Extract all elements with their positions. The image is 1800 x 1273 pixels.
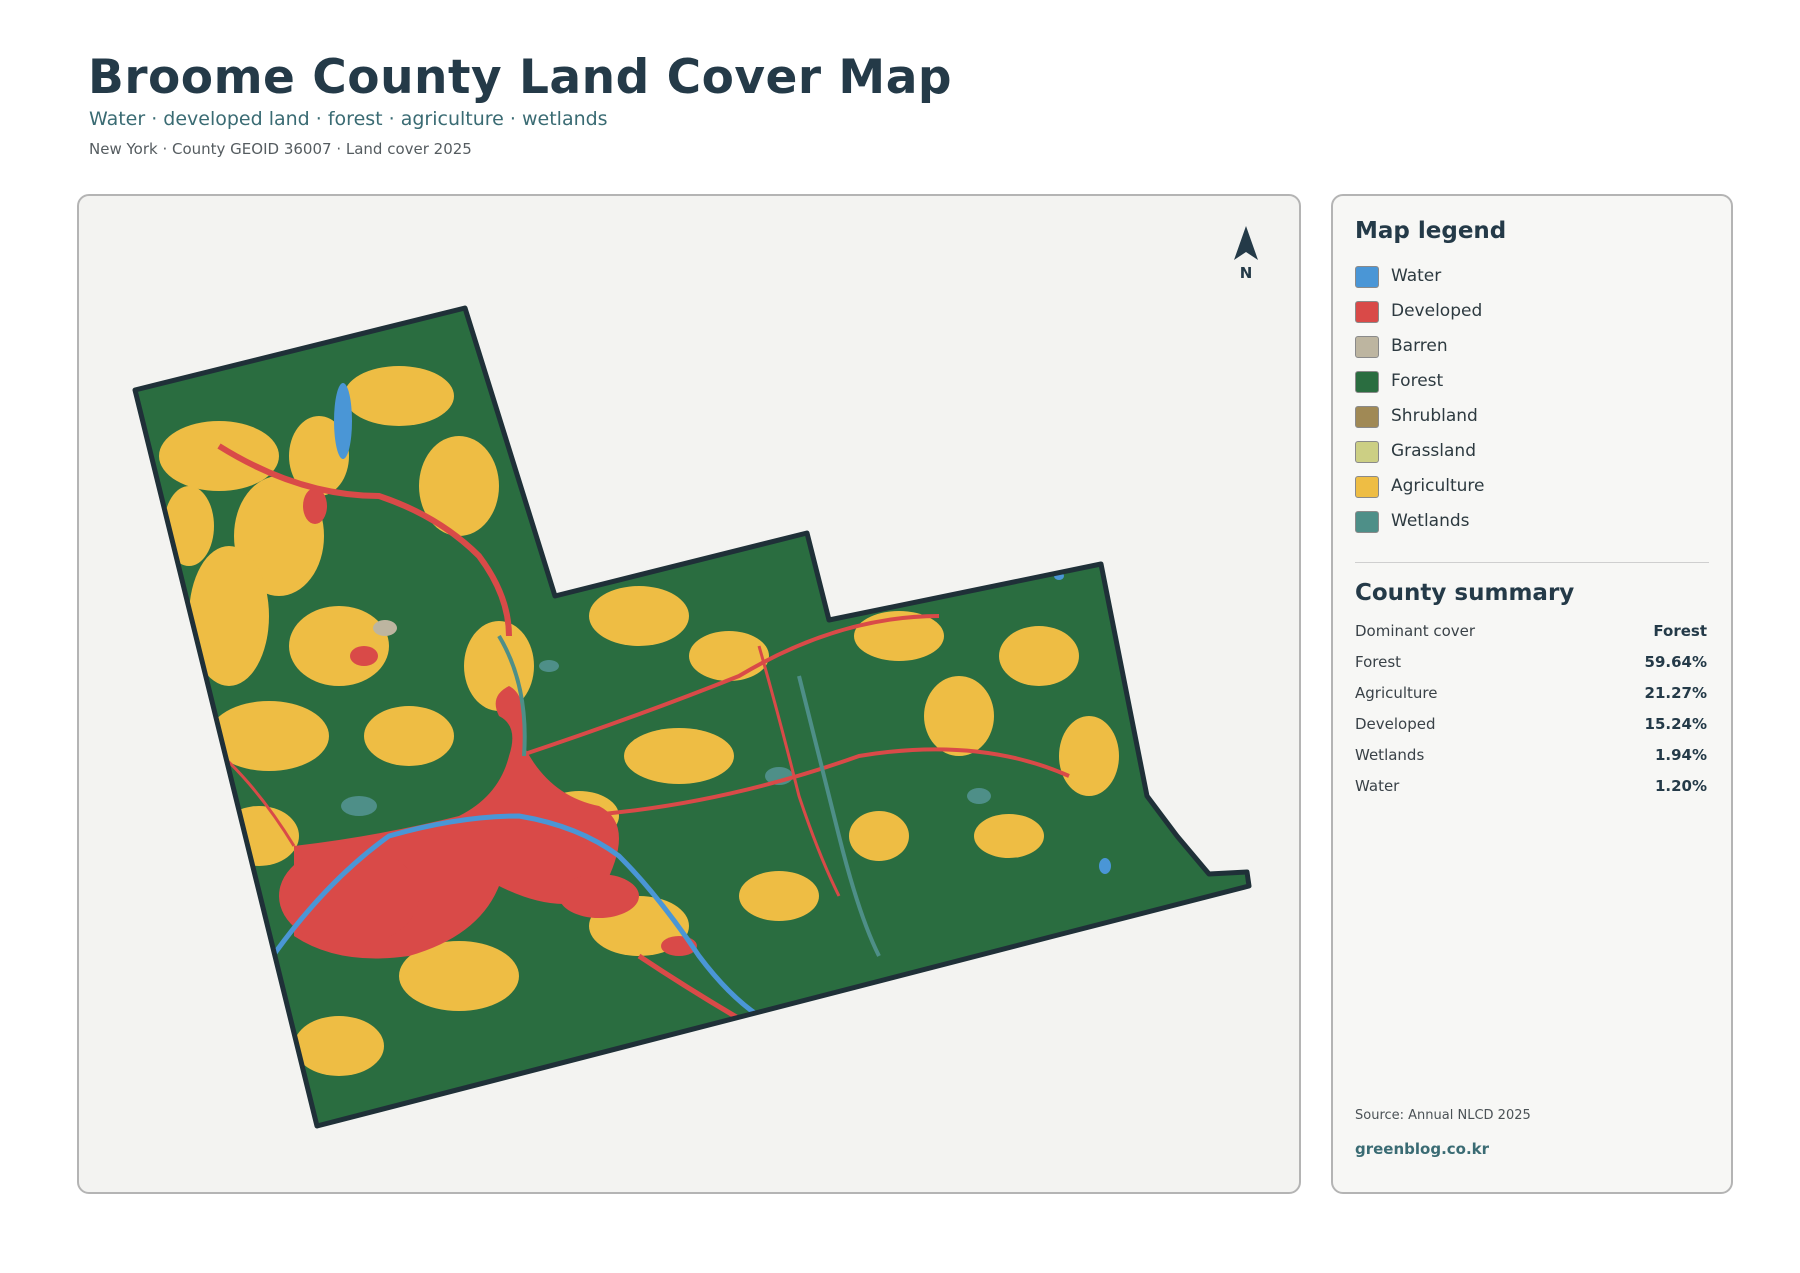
summary-value: 15.24%: [1644, 715, 1707, 733]
summary-row: Dominant cover Forest: [1355, 622, 1707, 644]
legend-swatch: [1355, 371, 1379, 393]
panel-divider: [1355, 562, 1709, 563]
county-map[interactable]: [79, 196, 1303, 1196]
legend-label: Grassland: [1391, 441, 1476, 461]
legend-item-developed: Developed: [1355, 301, 1695, 327]
legend-item-shrubland: Shrubland: [1355, 406, 1695, 432]
legend-swatch: [1355, 336, 1379, 358]
summary-label: Agriculture: [1355, 684, 1438, 702]
legend-item-barren: Barren: [1355, 336, 1695, 362]
legend-label: Wetlands: [1391, 511, 1470, 531]
summary-row: Water 1.20%: [1355, 777, 1707, 799]
summary-row: Developed 15.24%: [1355, 715, 1707, 737]
summary-value: Forest: [1653, 622, 1707, 640]
summary-label: Forest: [1355, 653, 1402, 671]
legend-item-wetlands: Wetlands: [1355, 511, 1695, 537]
map-panel[interactable]: [77, 194, 1301, 1194]
legend-item-agriculture: Agriculture: [1355, 476, 1695, 502]
brand-link[interactable]: greenblog.co.kr: [1355, 1140, 1489, 1158]
legend-label: Agriculture: [1391, 476, 1485, 496]
summary-value: 1.20%: [1654, 777, 1707, 795]
legend-swatch: [1355, 441, 1379, 463]
north-label: N: [1239, 264, 1253, 282]
legend-label: Shrubland: [1391, 406, 1478, 426]
legend-label: Forest: [1391, 371, 1444, 391]
summary-row: Wetlands 1.94%: [1355, 746, 1707, 768]
north-arrow-icon: [1234, 226, 1258, 260]
source-note: Source: Annual NLCD 2025: [1355, 1108, 1531, 1123]
legend-swatch: [1355, 266, 1379, 288]
legend-item-water: Water: [1355, 266, 1695, 292]
legend-swatch: [1355, 511, 1379, 533]
summary-label: Dominant cover: [1355, 622, 1476, 640]
legend-swatch: [1355, 301, 1379, 323]
legend-title: Map legend: [1355, 218, 1507, 244]
summary-label: Wetlands: [1355, 746, 1425, 764]
legend-label: Water: [1391, 266, 1442, 286]
side-panel: Map legend Water Developed Barren Forest…: [1331, 194, 1733, 1194]
summary-row: Agriculture 21.27%: [1355, 684, 1707, 706]
summary-label: Water: [1355, 777, 1400, 795]
page-subtitle: Water · developed land · forest · agricu…: [89, 108, 608, 130]
page-title: Broome County Land Cover Map: [88, 50, 953, 105]
page-meta: New York · County GEOID 36007 · Land cov…: [89, 140, 472, 158]
legend-label: Barren: [1391, 336, 1448, 356]
legend-swatch: [1355, 406, 1379, 428]
summary-row: Forest 59.64%: [1355, 653, 1707, 675]
legend-swatch: [1355, 476, 1379, 498]
legend-item-grassland: Grassland: [1355, 441, 1695, 467]
summary-value: 21.27%: [1644, 684, 1707, 702]
summary-value: 59.64%: [1644, 653, 1707, 671]
legend-label: Developed: [1391, 301, 1483, 321]
north-arrow: N: [1228, 224, 1264, 284]
summary-title: County summary: [1355, 580, 1575, 606]
legend-item-forest: Forest: [1355, 371, 1695, 397]
summary-label: Developed: [1355, 715, 1436, 733]
summary-value: 1.94%: [1654, 746, 1707, 764]
